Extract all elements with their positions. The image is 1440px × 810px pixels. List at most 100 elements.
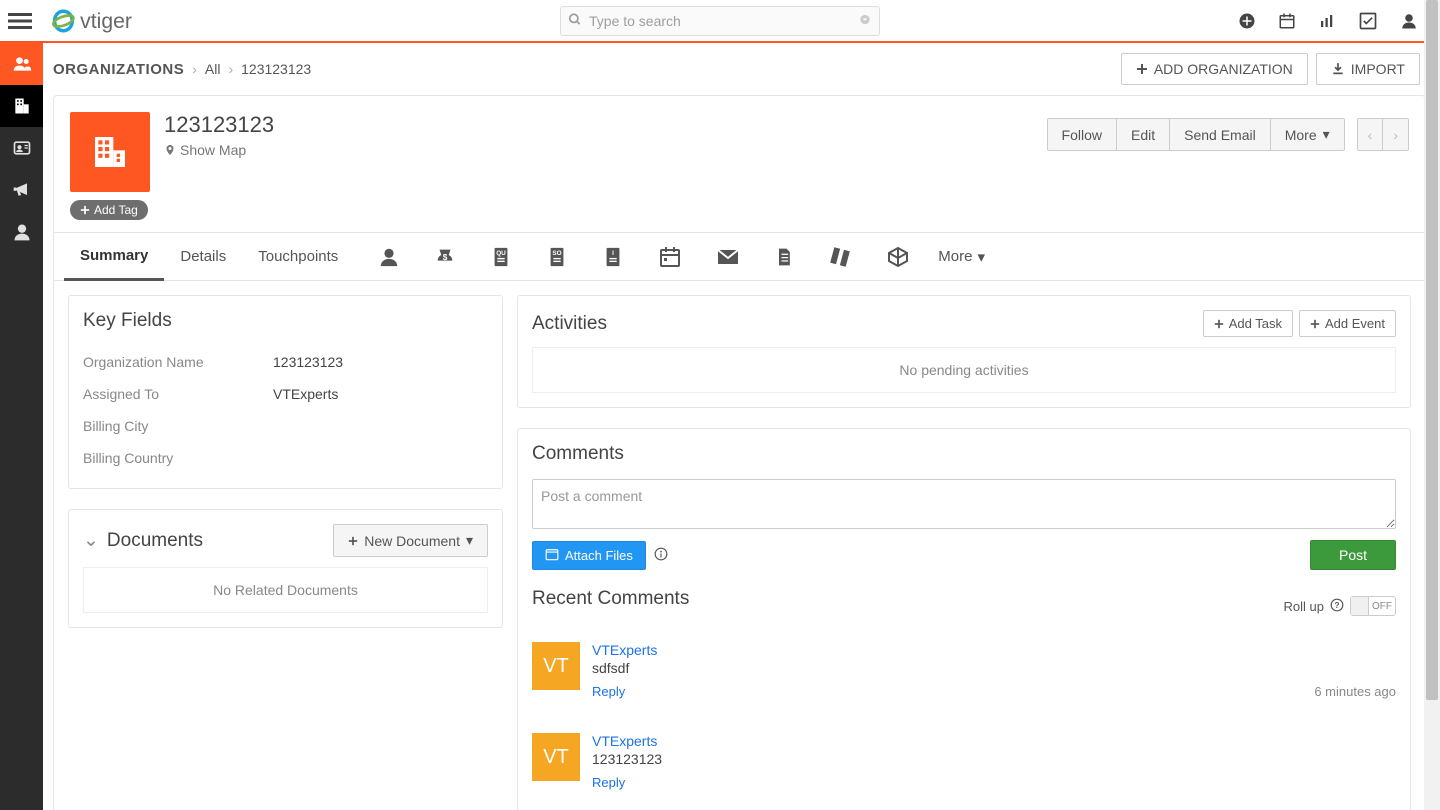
add-icon[interactable] xyxy=(1238,12,1256,30)
add-tag-label: Add Tag xyxy=(94,203,138,217)
tab-emails-icon[interactable] xyxy=(716,245,740,269)
tab-touchpoints[interactable]: Touchpoints xyxy=(242,234,354,279)
add-event-button[interactable]: Add Event xyxy=(1299,310,1396,337)
rollup-toggle[interactable]: OFF xyxy=(1350,596,1396,616)
caret-down-icon: ▾ xyxy=(466,532,473,549)
documents-title: Documents xyxy=(107,530,203,552)
comment-text: 123123123 xyxy=(592,751,1396,767)
activities-title: Activities xyxy=(532,313,607,335)
add-organization-button[interactable]: ADD ORGANIZATION xyxy=(1121,53,1308,85)
prev-record-button[interactable]: ‹ xyxy=(1357,118,1384,151)
tab-summary[interactable]: Summary xyxy=(64,233,164,281)
attach-files-button[interactable]: Attach Files xyxy=(532,541,646,570)
import-button[interactable]: IMPORT xyxy=(1316,53,1420,85)
activities-panel: Activities Add Task Add Event xyxy=(517,295,1411,408)
breadcrumb-all[interactable]: All xyxy=(205,61,221,77)
key-fields-panel: Key Fields Organization Name123123123 As… xyxy=(68,295,503,489)
next-record-button[interactable]: › xyxy=(1382,118,1409,151)
tab-tickets-icon[interactable] xyxy=(828,245,852,269)
info-icon[interactable] xyxy=(654,547,668,564)
hamburger-menu[interactable] xyxy=(0,0,40,42)
import-label: IMPORT xyxy=(1351,61,1405,77)
breadcrumb-module[interactable]: ORGANIZATIONS xyxy=(53,61,184,78)
tab-products-icon[interactable] xyxy=(886,245,910,269)
nav-organizations[interactable] xyxy=(0,85,43,127)
show-map-link[interactable]: Show Map xyxy=(164,142,274,158)
nav-contacts[interactable] xyxy=(0,43,43,85)
search-dropdown-icon[interactable] xyxy=(858,12,872,29)
comment-author[interactable]: VTExperts xyxy=(592,733,1396,749)
scrollbar[interactable] xyxy=(1424,43,1440,810)
chevron-right-icon: › xyxy=(228,61,233,77)
tasks-icon[interactable] xyxy=(1358,11,1378,31)
more-actions-label: More xyxy=(1285,127,1317,143)
documents-empty: No Related Documents xyxy=(83,567,488,613)
reports-icon[interactable] xyxy=(1318,12,1336,30)
add-tag-button[interactable]: Add Tag xyxy=(70,200,148,220)
caret-down-icon: ▾ xyxy=(977,248,985,266)
calendar-icon[interactable] xyxy=(1278,12,1296,30)
svg-text:vtiger: vtiger xyxy=(80,10,132,33)
search-input[interactable] xyxy=(560,6,880,36)
reply-link[interactable]: Reply xyxy=(592,684,625,699)
comment-input[interactable] xyxy=(532,479,1396,529)
tab-opportunities-icon[interactable]: $ xyxy=(434,246,456,268)
toggle-off-label: OFF xyxy=(1369,601,1395,612)
tab-activities-icon[interactable] xyxy=(658,245,682,269)
tab-invoice-icon[interactable]: I xyxy=(602,246,624,268)
organization-icon xyxy=(70,112,150,192)
avatar: VT xyxy=(532,733,580,781)
tab-documents-icon[interactable] xyxy=(774,246,794,268)
nav-item-3[interactable] xyxy=(0,127,43,169)
tab-contacts-icon[interactable] xyxy=(378,246,400,268)
avatar: VT xyxy=(532,642,580,690)
help-icon[interactable]: ? xyxy=(1330,598,1344,615)
new-document-label: New Document xyxy=(364,533,460,549)
post-button[interactable]: Post xyxy=(1310,540,1396,570)
key-fields-title: Key Fields xyxy=(83,310,488,332)
edit-button[interactable]: Edit xyxy=(1116,118,1170,151)
tabs-more-button[interactable]: More ▾ xyxy=(938,248,985,266)
kf-label: Assigned To xyxy=(83,386,273,402)
comment-item: VT VTExperts sdfsdf Reply 6 minutes ago xyxy=(532,636,1396,727)
comments-panel: Comments Attach Files Post xyxy=(517,428,1411,810)
more-actions-button[interactable]: More ▾ xyxy=(1270,118,1345,151)
chevron-right-icon: › xyxy=(192,61,197,77)
comments-title: Comments xyxy=(532,443,1396,465)
add-task-label: Add Task xyxy=(1229,316,1282,331)
kf-label: Organization Name xyxy=(83,354,273,370)
kf-value: VTExperts xyxy=(273,386,338,402)
svg-text:I: I xyxy=(612,250,614,257)
svg-text:QU: QU xyxy=(496,250,506,257)
tab-quotes-icon[interactable]: QU xyxy=(490,246,512,268)
tab-salesorder-icon[interactable]: SO xyxy=(546,246,568,268)
nav-campaigns[interactable] xyxy=(0,169,43,211)
record-title: 123123123 xyxy=(164,112,274,138)
send-email-button[interactable]: Send Email xyxy=(1169,118,1271,151)
kf-value: 123123123 xyxy=(273,354,343,370)
comment-item: VT VTExperts 123123123 Reply xyxy=(532,727,1396,810)
breadcrumb-current: 123123123 xyxy=(241,61,311,77)
add-event-label: Add Event xyxy=(1325,316,1385,331)
rollup-label: Roll up xyxy=(1284,599,1324,614)
new-document-button[interactable]: New Document ▾ xyxy=(333,524,488,557)
tabs-more-label: More xyxy=(938,248,972,265)
left-nav xyxy=(0,43,43,810)
attach-files-label: Attach Files xyxy=(565,548,633,563)
svg-text:?: ? xyxy=(1335,600,1340,609)
show-map-label: Show Map xyxy=(180,142,246,158)
add-task-button[interactable]: Add Task xyxy=(1203,310,1293,337)
follow-button[interactable]: Follow xyxy=(1047,118,1117,151)
chevron-down-icon[interactable]: ⌄ xyxy=(83,529,99,552)
nav-user[interactable] xyxy=(0,211,43,253)
svg-text:SO: SO xyxy=(553,250,562,257)
comment-author[interactable]: VTExperts xyxy=(592,642,1396,658)
user-icon[interactable] xyxy=(1400,12,1418,30)
documents-panel: ⌄ Documents New Document ▾ No Related Do… xyxy=(68,509,503,628)
kf-label: Billing City xyxy=(83,418,273,434)
logo[interactable]: vtiger xyxy=(44,6,194,36)
tab-details[interactable]: Details xyxy=(164,234,242,279)
reply-link[interactable]: Reply xyxy=(592,775,625,790)
svg-text:$: $ xyxy=(443,252,448,261)
comment-text: sdfsdf xyxy=(592,660,1396,676)
